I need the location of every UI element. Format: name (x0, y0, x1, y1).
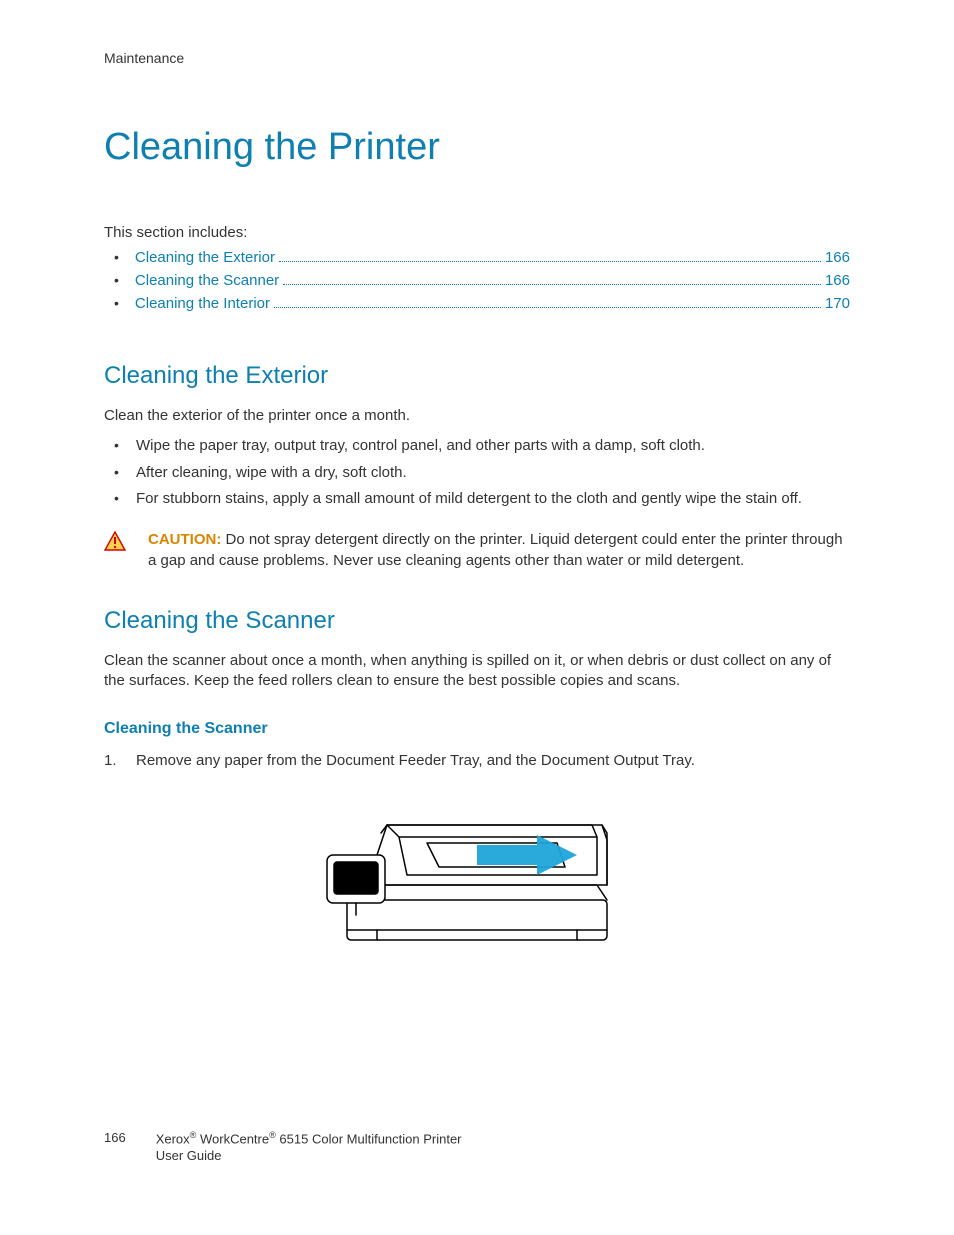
footer-product-line: Xerox® WorkCentre® 6515 Color Multifunct… (156, 1130, 462, 1148)
caution-label: CAUTION: (148, 531, 221, 548)
exterior-lead: Clean the exterior of the printer once a… (104, 406, 850, 426)
page-title: Cleaning the Printer (104, 126, 850, 169)
toc-label: Cleaning the Interior (135, 295, 270, 312)
page-footer: 166 Xerox® WorkCentre® 6515 Color Multif… (104, 1130, 462, 1165)
toc-page: 166 (825, 249, 850, 266)
toc-item-scanner[interactable]: • Cleaning the Scanner 166 (104, 272, 850, 289)
heading-cleaning-exterior: Cleaning the Exterior (104, 362, 850, 390)
list-item: After cleaning, wipe with a dry, soft cl… (104, 463, 850, 483)
footer-doc-title: User Guide (156, 1148, 462, 1165)
toc-page: 170 (825, 295, 850, 312)
caution-triangle-icon (104, 531, 132, 556)
heading-cleaning-scanner: Cleaning the Scanner (104, 607, 850, 635)
toc-page: 166 (825, 272, 850, 289)
bullet-icon: • (114, 272, 119, 288)
toc-leader (279, 261, 821, 262)
list-item: Wipe the paper tray, output tray, contro… (104, 436, 850, 456)
running-header: Maintenance (104, 50, 850, 66)
caution-text: CAUTION: Do not spray detergent directly… (148, 529, 850, 571)
printer-illustration (104, 785, 850, 960)
footer-page-number: 166 (104, 1130, 126, 1145)
toc-list: • Cleaning the Exterior 166 • Cleaning t… (104, 249, 850, 312)
toc-item-exterior[interactable]: • Cleaning the Exterior 166 (104, 249, 850, 266)
caution-body: Do not spray detergent directly on the p… (148, 531, 843, 569)
subheading-cleaning-scanner: Cleaning the Scanner (104, 720, 850, 738)
toc-item-interior[interactable]: • Cleaning the Interior 170 (104, 295, 850, 312)
toc-label: Cleaning the Exterior (135, 249, 275, 266)
list-item: For stubborn stains, apply a small amoun… (104, 489, 850, 509)
step-text: Remove any paper from the Document Feede… (136, 752, 695, 769)
toc-leader (283, 284, 821, 285)
toc-label: Cleaning the Scanner (135, 272, 279, 289)
bullet-icon: • (114, 249, 119, 265)
section-intro: This section includes: (104, 224, 850, 241)
step-number: 1. (104, 752, 136, 769)
scanner-lead: Clean the scanner about once a month, wh… (104, 651, 850, 692)
toc-leader (274, 307, 821, 308)
bullet-icon: • (114, 295, 119, 311)
exterior-bullets: Wipe the paper tray, output tray, contro… (104, 436, 850, 509)
step-1: 1. Remove any paper from the Document Fe… (104, 752, 850, 769)
caution-block: CAUTION: Do not spray detergent directly… (104, 529, 850, 571)
